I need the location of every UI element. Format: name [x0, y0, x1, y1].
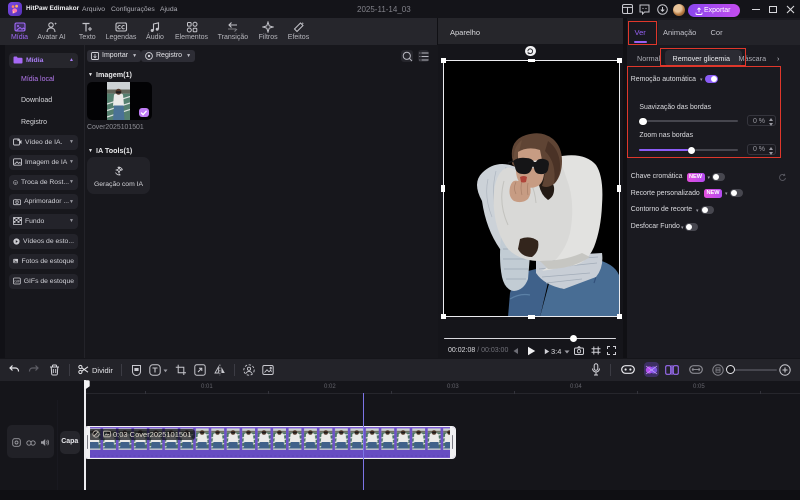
svg-text:GIF: GIF: [14, 280, 21, 284]
